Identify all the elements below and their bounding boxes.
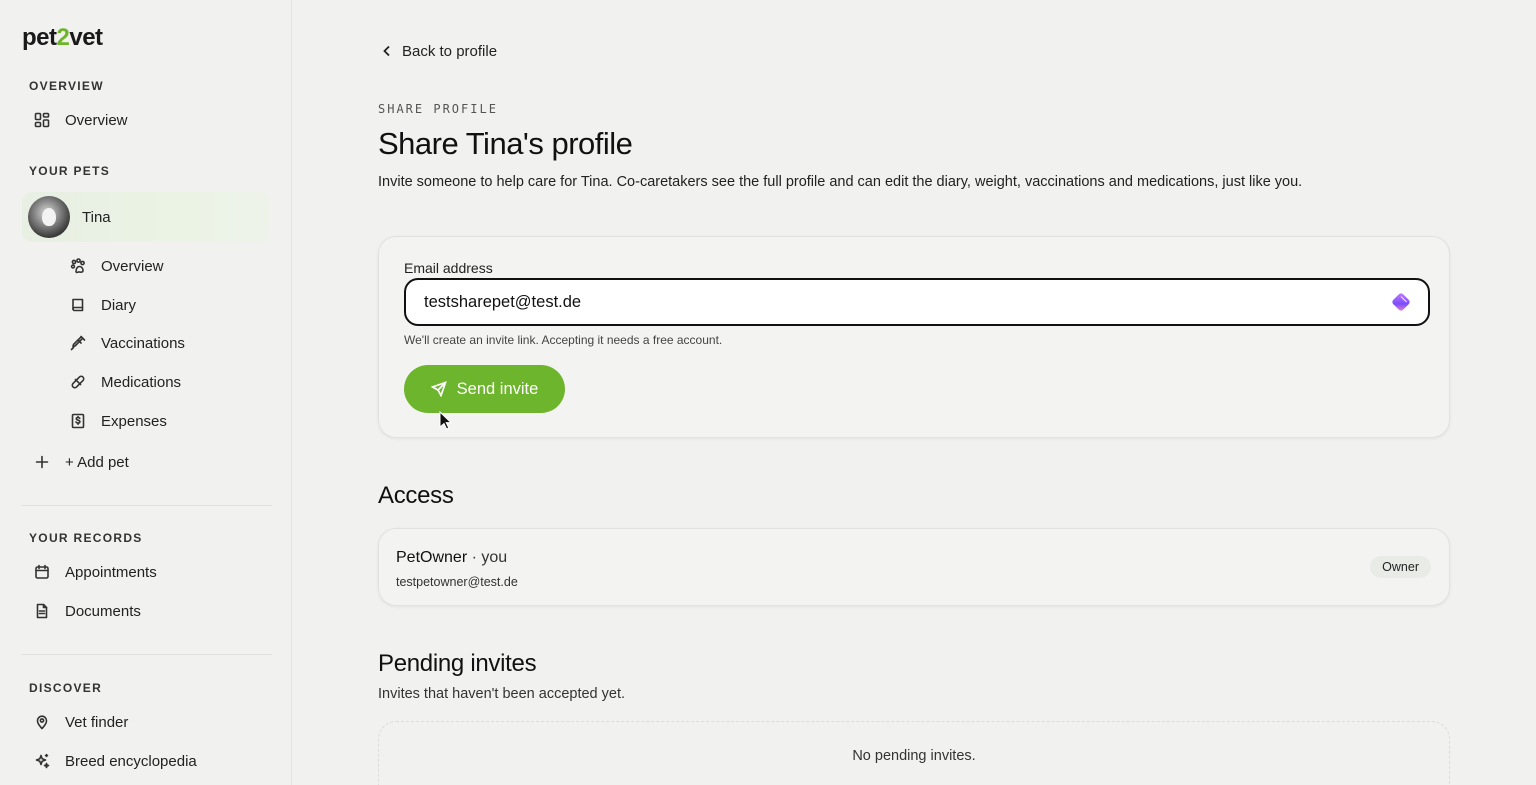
pill-icon bbox=[66, 370, 90, 394]
sidebar-item-label: Overview bbox=[65, 111, 128, 129]
section-label-records: YOUR RECORDS bbox=[29, 531, 143, 545]
sidebar-item-label: Overview bbox=[101, 257, 164, 275]
logo[interactable]: pet2vet bbox=[22, 24, 103, 52]
sidebar-item-medications[interactable]: Medications bbox=[66, 367, 181, 397]
logo-text-two: 2 bbox=[56, 24, 70, 51]
sidebar-item-overview[interactable]: Overview bbox=[30, 105, 128, 135]
back-to-profile-link[interactable]: Back to profile bbox=[380, 40, 497, 62]
map-pin-icon bbox=[30, 710, 54, 734]
document-icon bbox=[30, 599, 54, 623]
receipt-dollar-icon bbox=[66, 409, 90, 433]
page-title: Share Tina's profile bbox=[378, 126, 633, 161]
app-root: pet2vet OVERVIEW Overview YOUR PETS Tina… bbox=[0, 0, 1536, 785]
section-label-overview: OVERVIEW bbox=[29, 79, 104, 93]
logo-text-pet: pet bbox=[22, 24, 57, 51]
sidebar-item-label: Documents bbox=[65, 602, 141, 620]
sidebar-divider bbox=[22, 505, 272, 506]
email-hint: We'll create an invite link. Accepting i… bbox=[404, 333, 723, 347]
sidebar-item-pet-overview[interactable]: Overview bbox=[66, 251, 164, 281]
sidebar-item-label: Appointments bbox=[65, 563, 157, 581]
sidebar: pet2vet OVERVIEW Overview YOUR PETS Tina… bbox=[0, 0, 292, 785]
logo-text-vet: vet bbox=[69, 24, 103, 51]
member-name-text: PetOwner bbox=[396, 549, 468, 566]
member-name: PetOwner · you bbox=[396, 549, 507, 567]
pet-avatar bbox=[28, 196, 70, 238]
pending-invites-subtitle: Invites that haven't been accepted yet. bbox=[378, 686, 626, 702]
pending-invites-heading: Pending invites bbox=[378, 650, 537, 677]
sidebar-item-label: Medications bbox=[101, 373, 182, 391]
member-email: testpetowner@test.de bbox=[396, 575, 518, 589]
calendar-icon bbox=[30, 560, 54, 584]
pet-name: Tina bbox=[82, 208, 111, 226]
invite-form-card: Email address We'll create an invite lin… bbox=[378, 236, 1450, 438]
sidebar-item-documents[interactable]: Documents bbox=[30, 596, 141, 626]
member-you-tag: · you bbox=[467, 549, 508, 566]
password-manager-icon[interactable] bbox=[1390, 291, 1412, 313]
chevron-left-icon bbox=[383, 45, 390, 57]
sidebar-item-label: Diary bbox=[101, 296, 137, 314]
sidebar-item-vaccinations[interactable]: Vaccinations bbox=[66, 328, 185, 358]
book-icon bbox=[66, 293, 90, 317]
empty-state-text: No pending invites. bbox=[852, 748, 976, 764]
add-pet-button[interactable]: + Add pet bbox=[30, 447, 129, 477]
sidebar-item-expenses[interactable]: Expenses bbox=[66, 406, 167, 436]
sidebar-item-label: Breed encyclopedia bbox=[65, 752, 197, 770]
email-label: Email address bbox=[404, 260, 493, 276]
plus-icon bbox=[30, 450, 54, 474]
syringe-icon bbox=[66, 331, 90, 355]
page-subtitle: Invite someone to help care for Tina. Co… bbox=[378, 174, 1303, 190]
sidebar-item-label: Expenses bbox=[101, 412, 167, 430]
send-icon bbox=[430, 381, 447, 397]
pending-invites-empty-card: No pending invites. bbox=[378, 721, 1450, 785]
access-heading: Access bbox=[378, 482, 454, 509]
sparkles-icon bbox=[30, 749, 54, 773]
sidebar-divider bbox=[22, 654, 272, 655]
paw-icon bbox=[66, 254, 90, 278]
sidebar-item-appointments[interactable]: Appointments bbox=[30, 557, 157, 587]
section-label-pets: YOUR PETS bbox=[29, 164, 111, 178]
add-pet-label: + Add pet bbox=[65, 453, 129, 471]
sidebar-item-breed-encyclopedia[interactable]: Breed encyclopedia bbox=[30, 746, 197, 776]
main-content: Back to profile SHARE PROFILE Share Tina… bbox=[292, 0, 1536, 785]
mouse-cursor-icon bbox=[439, 411, 453, 430]
back-label: Back to profile bbox=[402, 42, 498, 60]
sidebar-item-label: Vet finder bbox=[65, 713, 129, 731]
sidebar-item-label: Vaccinations bbox=[101, 334, 185, 352]
access-card: PetOwner · you testpetowner@test.de Owne… bbox=[378, 528, 1450, 606]
sidebar-item-diary[interactable]: Diary bbox=[66, 290, 136, 320]
grid-icon bbox=[30, 108, 54, 132]
send-invite-label: Send invite bbox=[456, 379, 539, 398]
email-field[interactable] bbox=[404, 278, 1430, 326]
section-label-discover: DISCOVER bbox=[29, 681, 103, 695]
role-badge: Owner bbox=[1370, 556, 1431, 578]
send-invite-button[interactable]: Send invite bbox=[404, 365, 565, 413]
page-eyebrow: SHARE PROFILE bbox=[378, 102, 498, 116]
sidebar-pet-tina[interactable]: Tina bbox=[22, 192, 270, 242]
sidebar-item-vet-finder[interactable]: Vet finder bbox=[30, 707, 128, 737]
